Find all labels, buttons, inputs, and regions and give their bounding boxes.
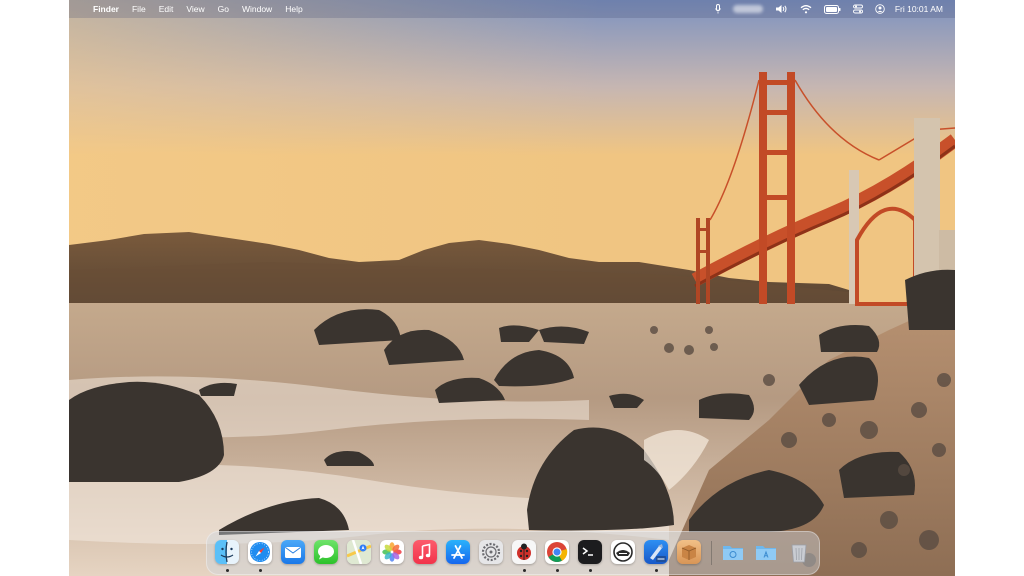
dock bbox=[206, 531, 820, 575]
finder-icon[interactable] bbox=[215, 540, 239, 564]
terminal-icon[interactable] bbox=[578, 540, 602, 564]
menu-window[interactable]: Window bbox=[242, 0, 272, 18]
menu-clock[interactable]: Fri 10:01 AM bbox=[895, 0, 943, 18]
menu-go[interactable]: Go bbox=[218, 0, 229, 18]
menu-bar: Finder File Edit View Go Window Help Fri… bbox=[69, 0, 955, 18]
xcode-running-indicator bbox=[654, 569, 658, 572]
terminal-running-indicator bbox=[588, 569, 592, 572]
dock-divider bbox=[711, 541, 712, 565]
music-icon[interactable] bbox=[413, 540, 437, 564]
xcode-beta-icon[interactable] bbox=[644, 540, 668, 564]
chrome-running-indicator bbox=[555, 569, 559, 572]
wifi-icon[interactable] bbox=[800, 0, 812, 18]
desktop-wallpaper bbox=[69, 0, 955, 576]
menu-app-name[interactable]: Finder bbox=[93, 0, 119, 18]
ladybug-running-indicator bbox=[522, 569, 526, 572]
menu-help[interactable]: Help bbox=[285, 0, 302, 18]
volume-icon[interactable] bbox=[775, 0, 788, 18]
helmet-icon[interactable] bbox=[611, 540, 635, 564]
menu-edit[interactable]: Edit bbox=[159, 0, 174, 18]
ladybug-icon[interactable] bbox=[512, 540, 536, 564]
downloads-folder-icon[interactable] bbox=[721, 540, 745, 564]
safari-icon[interactable] bbox=[248, 540, 272, 564]
messages-icon[interactable] bbox=[314, 540, 338, 564]
menu-view[interactable]: View bbox=[186, 0, 204, 18]
finder-running-indicator bbox=[225, 569, 229, 572]
chrome-icon[interactable] bbox=[545, 540, 569, 564]
mail-icon[interactable] bbox=[281, 540, 305, 564]
app-store-icon[interactable] bbox=[446, 540, 470, 564]
blurred-status-item[interactable] bbox=[732, 0, 763, 18]
control-center-icon[interactable] bbox=[852, 0, 863, 18]
trash-icon[interactable] bbox=[787, 540, 811, 564]
photos-icon[interactable] bbox=[380, 540, 404, 564]
menu-file[interactable]: File bbox=[132, 0, 146, 18]
applications-folder-icon[interactable] bbox=[754, 540, 778, 564]
safari-running-indicator bbox=[258, 569, 262, 572]
battery-icon[interactable] bbox=[823, 0, 841, 18]
microphone-icon[interactable] bbox=[714, 0, 721, 18]
user-switch-icon[interactable] bbox=[875, 0, 885, 18]
maps-icon[interactable] bbox=[347, 540, 371, 564]
package-icon[interactable] bbox=[677, 540, 701, 564]
settings-icon[interactable] bbox=[479, 540, 503, 564]
desktop-screen: Finder File Edit View Go Window Help Fri… bbox=[69, 0, 955, 576]
